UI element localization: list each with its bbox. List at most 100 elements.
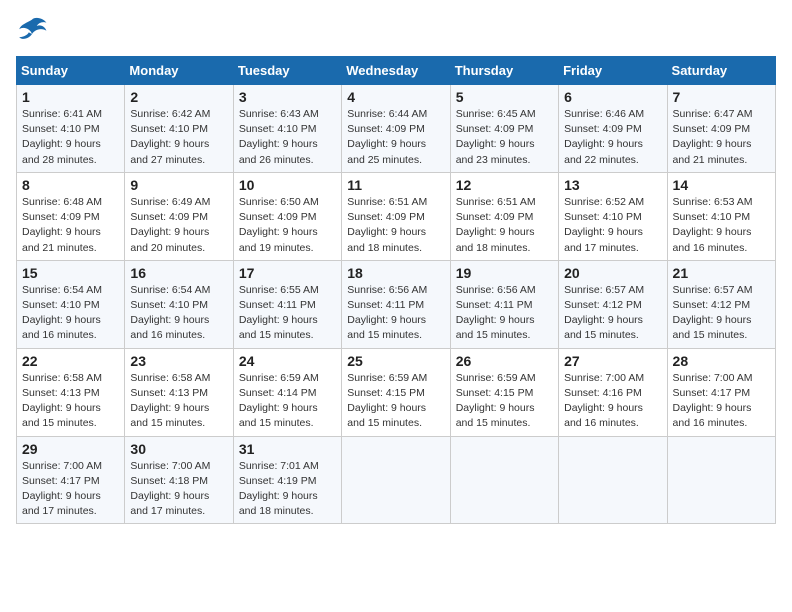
day-info: Sunrise: 6:56 AM Sunset: 4:11 PM Dayligh… — [347, 283, 444, 344]
day-number: 21 — [673, 265, 770, 281]
day-info: Sunrise: 6:47 AM Sunset: 4:09 PM Dayligh… — [673, 107, 770, 168]
day-number: 17 — [239, 265, 336, 281]
day-number: 1 — [22, 89, 119, 105]
calendar-cell: 19 Sunrise: 6:56 AM Sunset: 4:11 PM Dayl… — [450, 260, 558, 348]
calendar-cell: 11 Sunrise: 6:51 AM Sunset: 4:09 PM Dayl… — [342, 172, 450, 260]
day-info: Sunrise: 6:57 AM Sunset: 4:12 PM Dayligh… — [673, 283, 770, 344]
day-number: 20 — [564, 265, 661, 281]
calendar-cell: 2 Sunrise: 6:42 AM Sunset: 4:10 PM Dayli… — [125, 85, 233, 173]
day-number: 27 — [564, 353, 661, 369]
calendar-cell: 1 Sunrise: 6:41 AM Sunset: 4:10 PM Dayli… — [17, 85, 125, 173]
day-info: Sunrise: 6:43 AM Sunset: 4:10 PM Dayligh… — [239, 107, 336, 168]
day-info: Sunrise: 6:52 AM Sunset: 4:10 PM Dayligh… — [564, 195, 661, 256]
weekday-header-monday: Monday — [125, 57, 233, 85]
day-number: 10 — [239, 177, 336, 193]
day-info: Sunrise: 6:41 AM Sunset: 4:10 PM Dayligh… — [22, 107, 119, 168]
day-info: Sunrise: 7:00 AM Sunset: 4:18 PM Dayligh… — [130, 459, 227, 520]
calendar-cell: 16 Sunrise: 6:54 AM Sunset: 4:10 PM Dayl… — [125, 260, 233, 348]
day-number: 19 — [456, 265, 553, 281]
day-info: Sunrise: 6:55 AM Sunset: 4:11 PM Dayligh… — [239, 283, 336, 344]
calendar-cell: 27 Sunrise: 7:00 AM Sunset: 4:16 PM Dayl… — [559, 348, 667, 436]
calendar-cell: 10 Sunrise: 6:50 AM Sunset: 4:09 PM Dayl… — [233, 172, 341, 260]
day-number: 23 — [130, 353, 227, 369]
day-info: Sunrise: 6:48 AM Sunset: 4:09 PM Dayligh… — [22, 195, 119, 256]
day-number: 24 — [239, 353, 336, 369]
day-number: 15 — [22, 265, 119, 281]
day-info: Sunrise: 7:01 AM Sunset: 4:19 PM Dayligh… — [239, 459, 336, 520]
day-info: Sunrise: 6:59 AM Sunset: 4:14 PM Dayligh… — [239, 371, 336, 432]
calendar-cell: 18 Sunrise: 6:56 AM Sunset: 4:11 PM Dayl… — [342, 260, 450, 348]
day-info: Sunrise: 6:50 AM Sunset: 4:09 PM Dayligh… — [239, 195, 336, 256]
day-info: Sunrise: 6:44 AM Sunset: 4:09 PM Dayligh… — [347, 107, 444, 168]
calendar-cell — [342, 436, 450, 524]
calendar-cell: 3 Sunrise: 6:43 AM Sunset: 4:10 PM Dayli… — [233, 85, 341, 173]
day-number: 5 — [456, 89, 553, 105]
day-info: Sunrise: 6:51 AM Sunset: 4:09 PM Dayligh… — [456, 195, 553, 256]
day-number: 16 — [130, 265, 227, 281]
calendar-cell: 26 Sunrise: 6:59 AM Sunset: 4:15 PM Dayl… — [450, 348, 558, 436]
day-info: Sunrise: 6:42 AM Sunset: 4:10 PM Dayligh… — [130, 107, 227, 168]
calendar-cell — [559, 436, 667, 524]
day-info: Sunrise: 6:59 AM Sunset: 4:15 PM Dayligh… — [456, 371, 553, 432]
day-number: 29 — [22, 441, 119, 457]
calendar-cell: 29 Sunrise: 7:00 AM Sunset: 4:17 PM Dayl… — [17, 436, 125, 524]
logo — [16, 16, 54, 44]
weekday-header-tuesday: Tuesday — [233, 57, 341, 85]
day-info: Sunrise: 6:56 AM Sunset: 4:11 PM Dayligh… — [456, 283, 553, 344]
calendar-cell: 24 Sunrise: 6:59 AM Sunset: 4:14 PM Dayl… — [233, 348, 341, 436]
calendar-cell: 21 Sunrise: 6:57 AM Sunset: 4:12 PM Dayl… — [667, 260, 775, 348]
calendar-cell: 28 Sunrise: 7:00 AM Sunset: 4:17 PM Dayl… — [667, 348, 775, 436]
calendar-cell: 14 Sunrise: 6:53 AM Sunset: 4:10 PM Dayl… — [667, 172, 775, 260]
calendar-cell: 6 Sunrise: 6:46 AM Sunset: 4:09 PM Dayli… — [559, 85, 667, 173]
day-info: Sunrise: 6:46 AM Sunset: 4:09 PM Dayligh… — [564, 107, 661, 168]
day-number: 2 — [130, 89, 227, 105]
day-info: Sunrise: 6:51 AM Sunset: 4:09 PM Dayligh… — [347, 195, 444, 256]
calendar-cell: 4 Sunrise: 6:44 AM Sunset: 4:09 PM Dayli… — [342, 85, 450, 173]
day-info: Sunrise: 7:00 AM Sunset: 4:17 PM Dayligh… — [22, 459, 119, 520]
day-number: 25 — [347, 353, 444, 369]
day-number: 3 — [239, 89, 336, 105]
day-number: 4 — [347, 89, 444, 105]
day-info: Sunrise: 6:58 AM Sunset: 4:13 PM Dayligh… — [22, 371, 119, 432]
day-info: Sunrise: 7:00 AM Sunset: 4:16 PM Dayligh… — [564, 371, 661, 432]
day-number: 30 — [130, 441, 227, 457]
day-number: 18 — [347, 265, 444, 281]
day-number: 8 — [22, 177, 119, 193]
day-info: Sunrise: 6:45 AM Sunset: 4:09 PM Dayligh… — [456, 107, 553, 168]
calendar-table: SundayMondayTuesdayWednesdayThursdayFrid… — [16, 56, 776, 524]
day-info: Sunrise: 6:49 AM Sunset: 4:09 PM Dayligh… — [130, 195, 227, 256]
calendar-cell — [667, 436, 775, 524]
calendar-cell: 5 Sunrise: 6:45 AM Sunset: 4:09 PM Dayli… — [450, 85, 558, 173]
calendar-cell: 9 Sunrise: 6:49 AM Sunset: 4:09 PM Dayli… — [125, 172, 233, 260]
day-number: 14 — [673, 177, 770, 193]
weekday-header-saturday: Saturday — [667, 57, 775, 85]
calendar-cell: 7 Sunrise: 6:47 AM Sunset: 4:09 PM Dayli… — [667, 85, 775, 173]
calendar-cell: 13 Sunrise: 6:52 AM Sunset: 4:10 PM Dayl… — [559, 172, 667, 260]
calendar-cell: 17 Sunrise: 6:55 AM Sunset: 4:11 PM Dayl… — [233, 260, 341, 348]
day-info: Sunrise: 6:57 AM Sunset: 4:12 PM Dayligh… — [564, 283, 661, 344]
day-number: 6 — [564, 89, 661, 105]
day-number: 26 — [456, 353, 553, 369]
calendar-cell: 20 Sunrise: 6:57 AM Sunset: 4:12 PM Dayl… — [559, 260, 667, 348]
page-header — [16, 16, 776, 44]
calendar-cell: 23 Sunrise: 6:58 AM Sunset: 4:13 PM Dayl… — [125, 348, 233, 436]
calendar-cell: 8 Sunrise: 6:48 AM Sunset: 4:09 PM Dayli… — [17, 172, 125, 260]
weekday-header-friday: Friday — [559, 57, 667, 85]
weekday-header-sunday: Sunday — [17, 57, 125, 85]
calendar-cell: 30 Sunrise: 7:00 AM Sunset: 4:18 PM Dayl… — [125, 436, 233, 524]
calendar-cell: 31 Sunrise: 7:01 AM Sunset: 4:19 PM Dayl… — [233, 436, 341, 524]
day-info: Sunrise: 6:59 AM Sunset: 4:15 PM Dayligh… — [347, 371, 444, 432]
day-number: 22 — [22, 353, 119, 369]
calendar-cell: 25 Sunrise: 6:59 AM Sunset: 4:15 PM Dayl… — [342, 348, 450, 436]
calendar-cell: 12 Sunrise: 6:51 AM Sunset: 4:09 PM Dayl… — [450, 172, 558, 260]
day-info: Sunrise: 6:53 AM Sunset: 4:10 PM Dayligh… — [673, 195, 770, 256]
calendar-cell: 15 Sunrise: 6:54 AM Sunset: 4:10 PM Dayl… — [17, 260, 125, 348]
day-info: Sunrise: 6:54 AM Sunset: 4:10 PM Dayligh… — [130, 283, 227, 344]
day-info: Sunrise: 7:00 AM Sunset: 4:17 PM Dayligh… — [673, 371, 770, 432]
weekday-header-wednesday: Wednesday — [342, 57, 450, 85]
day-number: 12 — [456, 177, 553, 193]
day-number: 7 — [673, 89, 770, 105]
day-number: 11 — [347, 177, 444, 193]
day-number: 28 — [673, 353, 770, 369]
weekday-header-thursday: Thursday — [450, 57, 558, 85]
